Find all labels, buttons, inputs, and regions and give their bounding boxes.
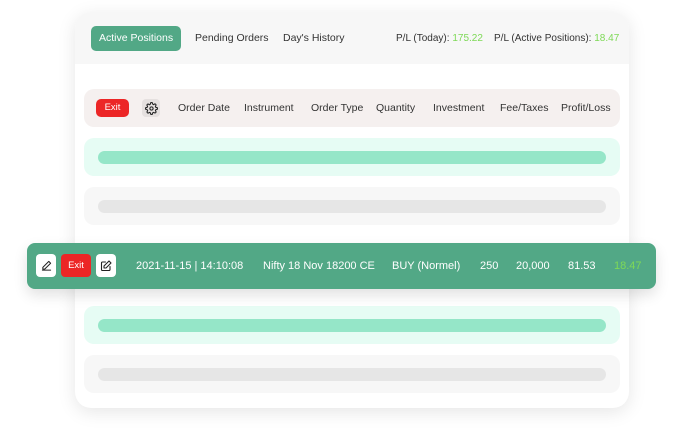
tab-bar: Active Positions Pending Orders Day's Hi… — [75, 12, 629, 64]
positions-panel: Active Positions Pending Orders Day's Hi… — [75, 12, 629, 408]
edit-square-icon — [100, 259, 112, 271]
row-profit-loss: 18.47 — [614, 260, 642, 272]
pl-today: P/L (Today): 175.22 — [396, 26, 483, 51]
column-order-type[interactable]: Order Type — [311, 89, 363, 127]
pl-today-value: 175.22 — [452, 33, 483, 44]
gear-icon — [144, 101, 158, 115]
tab-pending-orders[interactable]: Pending Orders — [195, 26, 269, 51]
row-order-date: 2021-11-15 | 14:10:08 — [136, 260, 244, 272]
table-row[interactable]: Exit 2021-11-15 | 14:10:08 Nifty 18 Nov … — [27, 243, 656, 289]
row-order-type: BUY (Normel) — [392, 260, 461, 272]
edit-button[interactable] — [36, 254, 56, 277]
column-profit-loss[interactable]: Profit/Loss — [561, 89, 611, 127]
pencil-icon — [41, 260, 51, 271]
pl-active-positions: P/L (Active Positions): 18.47 — [494, 26, 619, 51]
column-instrument[interactable]: Instrument — [244, 89, 294, 127]
row-investment: 20,000 — [516, 260, 550, 272]
column-quantity[interactable]: Quantity — [376, 89, 415, 127]
skeleton-bar — [98, 319, 606, 332]
column-investment[interactable]: Investment — [433, 89, 484, 127]
settings-button[interactable] — [142, 99, 160, 117]
pl-active-label: P/L (Active Positions): — [494, 33, 592, 44]
pl-active-value: 18.47 — [594, 33, 620, 44]
exit-position-button[interactable]: Exit — [61, 254, 91, 277]
pl-today-label: P/L (Today): — [396, 33, 450, 44]
placeholder-row — [84, 306, 620, 344]
skeleton-bar — [98, 151, 606, 164]
tab-days-history[interactable]: Day's History — [283, 26, 345, 51]
column-fee-taxes[interactable]: Fee/Taxes — [500, 89, 548, 127]
exit-all-button[interactable]: Exit — [96, 99, 129, 117]
table-header: Exit Order Date Instrument Order Type Qu… — [84, 89, 620, 127]
row-instrument: Nifty 18 Nov 18200 CE — [263, 260, 375, 272]
placeholder-row — [84, 355, 620, 393]
skeleton-bar — [98, 200, 606, 213]
row-quantity: 250 — [480, 260, 499, 272]
row-fee-taxes: 81.53 — [568, 260, 596, 272]
column-order-date[interactable]: Order Date — [178, 89, 230, 127]
modify-button[interactable] — [96, 254, 116, 277]
placeholder-row — [84, 187, 620, 225]
tab-active-positions[interactable]: Active Positions — [91, 26, 182, 51]
placeholder-row — [84, 138, 620, 176]
skeleton-bar — [98, 368, 606, 381]
